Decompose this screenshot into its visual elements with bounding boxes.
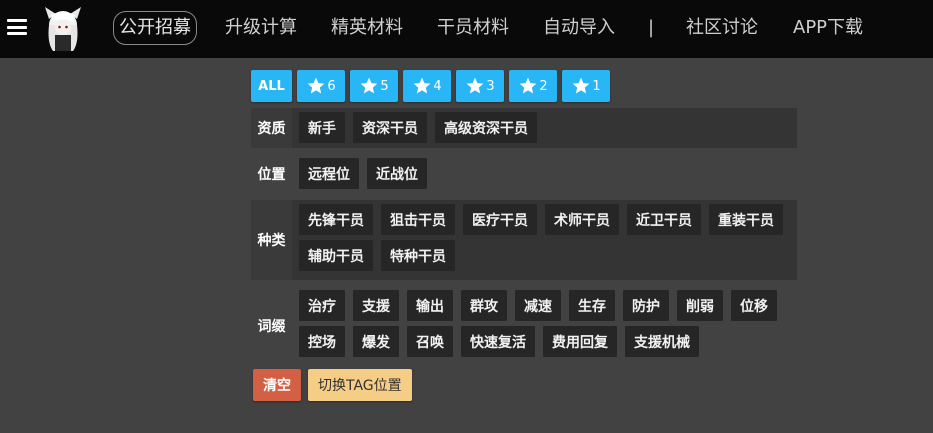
rarity-all-button[interactable]: ALL bbox=[251, 70, 292, 102]
recruit-panel: ALL 6 5 4 3 2 1 资质 新手 资深干员 高级资深干员 位置 远程位… bbox=[251, 70, 797, 401]
tag-button[interactable]: 费用回复 bbox=[543, 326, 617, 357]
tag-button[interactable]: 群攻 bbox=[461, 290, 507, 321]
tag-button[interactable]: 召唤 bbox=[407, 326, 453, 357]
tag-button[interactable]: 减速 bbox=[515, 290, 561, 321]
tag-button[interactable]: 术师干员 bbox=[545, 204, 619, 235]
nav-elite-materials[interactable]: 精英材料 bbox=[331, 11, 403, 45]
action-row: 清空 切换TAG位置 bbox=[251, 369, 797, 401]
tag-button[interactable]: 生存 bbox=[569, 290, 615, 321]
star-icon bbox=[573, 77, 590, 94]
tag-button[interactable]: 近卫干员 bbox=[627, 204, 701, 235]
tag-button[interactable]: 支援机械 bbox=[625, 326, 699, 357]
position-label: 位置 bbox=[257, 167, 286, 183]
nav-operator-materials[interactable]: 干员材料 bbox=[437, 11, 509, 45]
tag-button[interactable]: 特种干员 bbox=[381, 240, 455, 271]
tag-button[interactable]: 防护 bbox=[623, 290, 669, 321]
switch-tag-position-button[interactable]: 切换TAG位置 bbox=[308, 369, 412, 401]
tag-button[interactable]: 资深干员 bbox=[353, 112, 427, 143]
tag-button[interactable]: 支援 bbox=[353, 290, 399, 321]
tag-button[interactable]: 重装干员 bbox=[709, 204, 783, 235]
nav-separator: | bbox=[648, 17, 655, 38]
tag-button[interactable]: 高级资深干员 bbox=[435, 112, 537, 143]
tag-button[interactable]: 远程位 bbox=[299, 158, 359, 189]
character-avatar-icon[interactable] bbox=[43, 5, 83, 51]
rarity-5-button[interactable]: 5 bbox=[350, 70, 398, 102]
tag-button[interactable]: 医疗干员 bbox=[463, 204, 537, 235]
qualification-tag-group: 资质 新手 资深干员 高级资深干员 bbox=[251, 108, 797, 148]
star-icon bbox=[308, 77, 325, 94]
rarity-4-button[interactable]: 4 bbox=[403, 70, 451, 102]
nav-upgrade-calc[interactable]: 升级计算 bbox=[225, 11, 297, 45]
tag-button[interactable]: 先锋干员 bbox=[299, 204, 373, 235]
nav-app-download[interactable]: APP下载 bbox=[793, 11, 863, 45]
tag-button[interactable]: 位移 bbox=[731, 290, 777, 321]
position-tags: 远程位 近战位 bbox=[292, 154, 797, 194]
rarity-value: 2 bbox=[539, 78, 548, 94]
tag-button[interactable]: 辅助干员 bbox=[299, 240, 373, 271]
rarity-value: 4 bbox=[433, 78, 442, 94]
tag-button[interactable]: 输出 bbox=[407, 290, 453, 321]
hamburger-menu-icon[interactable] bbox=[7, 19, 27, 35]
tag-button[interactable]: 治疗 bbox=[299, 290, 345, 321]
clear-button[interactable]: 清空 bbox=[253, 369, 301, 401]
tag-button[interactable]: 新手 bbox=[299, 112, 345, 143]
rarity-1-button[interactable]: 1 bbox=[562, 70, 610, 102]
position-tag-group: 位置 远程位 近战位 bbox=[251, 154, 797, 194]
rarity-3-button[interactable]: 3 bbox=[456, 70, 504, 102]
nav-public-recruit[interactable]: 公开招募 bbox=[113, 11, 197, 45]
tag-button[interactable]: 近战位 bbox=[367, 158, 427, 189]
rarity-value: 5 bbox=[380, 78, 389, 94]
tag-button[interactable]: 爆发 bbox=[353, 326, 399, 357]
star-icon bbox=[414, 77, 431, 94]
rarity-value: 6 bbox=[327, 78, 336, 94]
rarity-value: 1 bbox=[592, 78, 601, 94]
nav-community[interactable]: 社区讨论 bbox=[686, 11, 758, 45]
tag-button[interactable]: 快速复活 bbox=[461, 326, 535, 357]
rarity-filter-row: ALL 6 5 4 3 2 1 bbox=[251, 70, 797, 102]
star-icon bbox=[520, 77, 537, 94]
tag-button[interactable]: 狙击干员 bbox=[381, 204, 455, 235]
affix-tag-group: 词缀 治疗 支援 输出 群攻 减速 生存 防护 削弱 位移 控场 爆发 召唤 快… bbox=[251, 286, 797, 366]
star-icon bbox=[467, 77, 484, 94]
nav-auto-import[interactable]: 自动导入 bbox=[543, 11, 615, 45]
class-label: 种类 bbox=[251, 200, 292, 280]
star-icon bbox=[361, 77, 378, 94]
qualification-tags: 新手 资深干员 高级资深干员 bbox=[292, 108, 797, 148]
tag-button[interactable]: 削弱 bbox=[677, 290, 723, 321]
rarity-6-button[interactable]: 6 bbox=[297, 70, 345, 102]
tag-button[interactable]: 控场 bbox=[299, 326, 345, 357]
affix-tags: 治疗 支援 输出 群攻 减速 生存 防护 削弱 位移 控场 爆发 召唤 快速复活… bbox=[292, 286, 797, 366]
rarity-2-button[interactable]: 2 bbox=[509, 70, 557, 102]
qualification-label: 资质 bbox=[251, 108, 292, 148]
rarity-value: 3 bbox=[486, 78, 495, 94]
affix-label: 词缀 bbox=[257, 319, 286, 335]
class-tag-group: 种类 先锋干员 狙击干员 医疗干员 术师干员 近卫干员 重装干员 辅助干员 特种… bbox=[251, 200, 797, 280]
class-tags: 先锋干员 狙击干员 医疗干员 术师干员 近卫干员 重装干员 辅助干员 特种干员 bbox=[292, 200, 797, 280]
top-navbar: 公开招募 升级计算 精英材料 干员材料 自动导入 | 社区讨论 APP下载 bbox=[0, 0, 933, 58]
